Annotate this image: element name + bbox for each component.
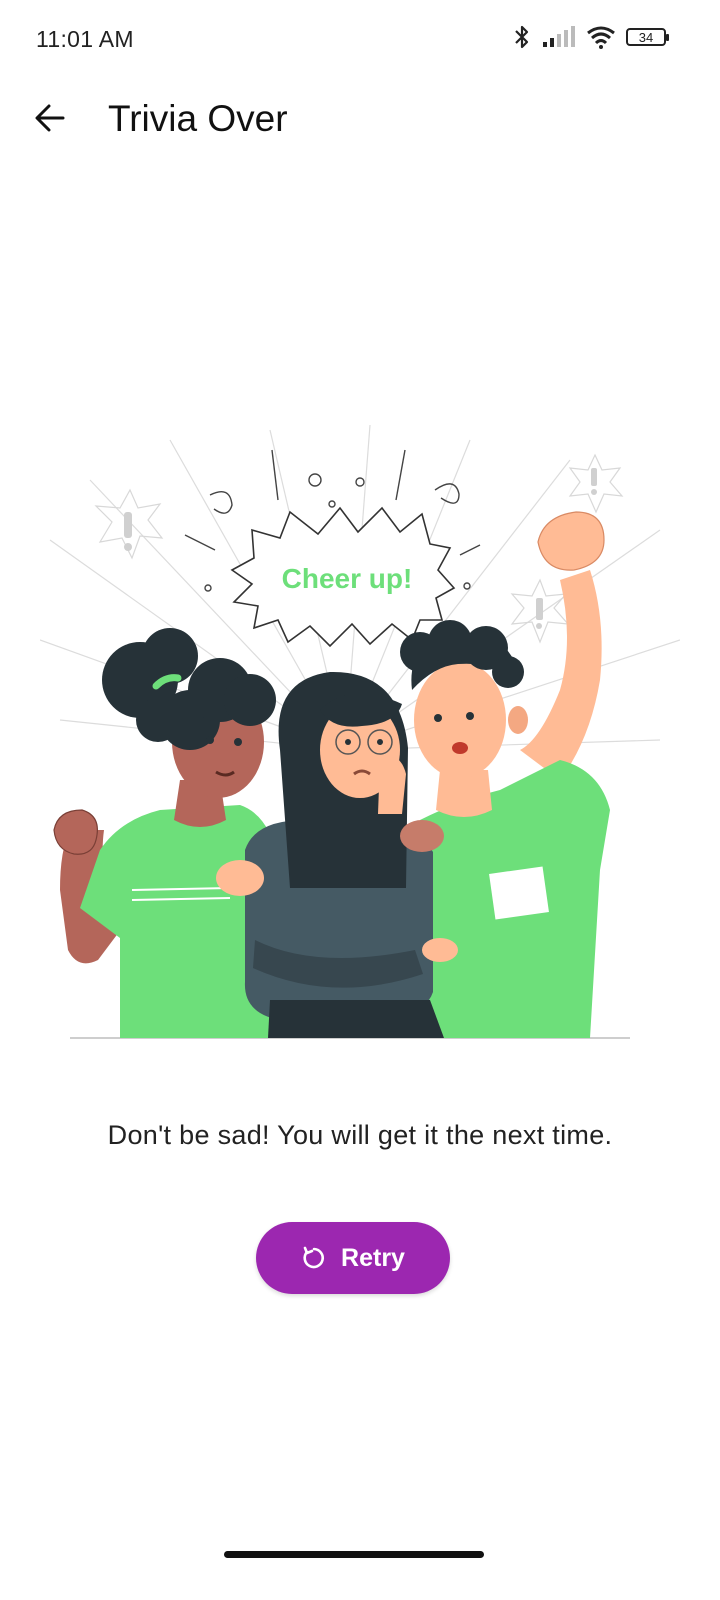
bluetooth-icon [515, 25, 529, 49]
wifi-icon [587, 26, 615, 49]
arrow-left-icon [35, 104, 65, 132]
retry-button[interactable]: Retry [256, 1222, 450, 1294]
status-icons: 34 [512, 24, 669, 50]
page-title: Trivia Over [108, 98, 288, 139]
back-button[interactable] [22, 90, 78, 146]
encouragement-message: Don't be sad! You will get it the next t… [107, 1120, 613, 1150]
status-time: 11:01 AM [36, 26, 134, 52]
status-bar: 11:01 AM 34 [0, 0, 720, 80]
signal-icon [543, 26, 575, 47]
speech-bubble-text: Cheer up! [282, 563, 413, 594]
battery-level: 34 [638, 29, 654, 45]
app-bar: Trivia Over [0, 80, 720, 162]
home-indicator[interactable] [224, 1551, 484, 1558]
refresh-icon [303, 1246, 325, 1269]
retry-label: Retry [341, 1243, 405, 1272]
cheer-up-illustration: Cheer up! [39, 420, 681, 1050]
battery-icon: 34 [626, 28, 669, 46]
